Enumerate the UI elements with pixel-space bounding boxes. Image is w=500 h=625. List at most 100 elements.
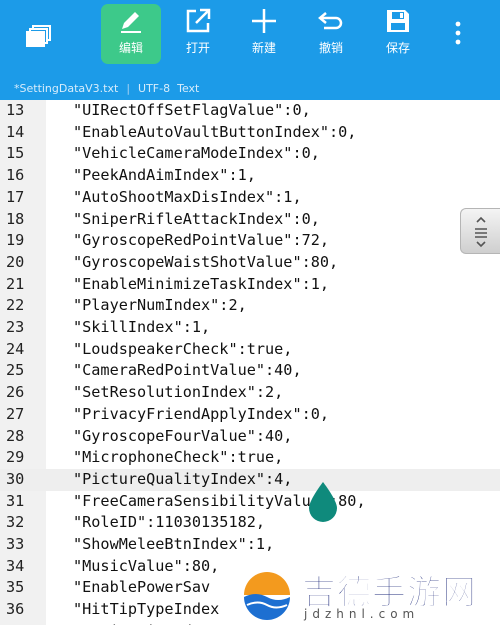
line-number: 31	[6, 491, 25, 510]
code-line[interactable]: 16 "PeekAndAimIndex":1,	[0, 165, 500, 187]
new-button[interactable]: 新建	[238, 0, 290, 66]
code-line[interactable]: 29 "MicrophoneCheck":true,	[0, 447, 500, 469]
line-text: "LoudspeakerCheck":true,	[73, 339, 293, 358]
watermark-url: jdzhnl.com	[304, 607, 420, 621]
undo-icon	[318, 12, 343, 30]
line-number: 34	[6, 556, 25, 575]
open-external-icon	[186, 8, 211, 33]
open-button[interactable]: 打开	[172, 0, 224, 66]
watermark-logo-icon	[241, 569, 293, 621]
code-line[interactable]: 18 "SniperRifleAttackIndex":0,	[0, 209, 500, 231]
more-vertical-icon	[455, 21, 461, 45]
more-menu-button[interactable]	[440, 0, 476, 66]
undo-button[interactable]: 撤销	[305, 0, 357, 66]
line-number: 27	[6, 404, 25, 423]
edit-button-label: 编辑	[118, 41, 143, 55]
line-text: "EnablePowerSav	[73, 578, 211, 597]
code-line[interactable]: 25 "CameraRedPointValue":40,	[0, 360, 500, 382]
code-line[interactable]: 24 "LoudspeakerCheck":true,	[0, 339, 500, 361]
code-line[interactable]: 31 "FreeCameraSensibilityValue":80,	[0, 491, 500, 513]
code-line[interactable]: 17 "AutoShootMaxDisIndex":1,	[0, 187, 500, 209]
editor-toolbar: 编辑 打开 新建 撤销 保存	[0, 0, 500, 78]
code-line[interactable]: 30 "PictureQualityIndex":4,	[0, 468, 500, 491]
fast-scroll-handle[interactable]	[460, 208, 500, 254]
line-text: "AssistAimIndex":0	[73, 621, 238, 625]
save-button[interactable]: 保存	[372, 0, 424, 66]
code-line[interactable]: 22 "PlayerNumIndex":2,	[0, 295, 500, 317]
line-number: 37	[6, 621, 28, 625]
file-name: *SettingDataV3.txt	[14, 82, 119, 95]
line-number: 35	[6, 578, 25, 597]
line-text: "MicrophoneCheck":true,	[73, 448, 284, 467]
line-text: "SetResolutionIndex":2,	[73, 383, 284, 402]
line-number: 29	[6, 448, 25, 467]
line-number: 24	[6, 339, 25, 358]
line-number: 18	[6, 209, 25, 228]
line-number: 30	[6, 469, 25, 488]
line-text: "HitTipTypeIndex	[73, 600, 220, 619]
line-number: 33	[6, 535, 25, 553]
scroll-handle-icon	[475, 216, 487, 248]
line-text: "PeekAndAimIndex":1,	[73, 166, 256, 185]
line-number: 23	[6, 318, 25, 336]
line-text: "GyroscopeRedPointValue":72,	[73, 231, 330, 250]
text-editor[interactable]: 13 "UIRectOffSetFlagValue":0, 14 "EnableAut…	[0, 100, 500, 625]
file-mode: Text	[177, 82, 200, 95]
plus-icon	[252, 9, 276, 33]
pencil-icon	[121, 12, 141, 33]
new-button-label: 新建	[251, 41, 276, 55]
tabs-button[interactable]	[14, 0, 64, 66]
cursor-drop-icon[interactable]	[306, 480, 340, 522]
line-text: "GyroscopeFourValue":40,	[73, 426, 293, 445]
line-number: 26	[6, 383, 25, 402]
line-text: "SkillIndex":1,	[73, 318, 211, 336]
code-line[interactable]: 13 "UIRectOffSetFlagValue":0,	[0, 100, 500, 122]
line-text: "PrivacyFriendApplyIndex":0,	[73, 404, 330, 423]
line-number: 13	[6, 101, 25, 119]
line-number: 20	[6, 252, 25, 271]
line-text: "MusicValue":80,	[73, 556, 220, 575]
code-line[interactable]: 15 "VehicleCameraModeIndex":0,	[0, 143, 500, 165]
line-number: 19	[6, 231, 25, 250]
line-text: "VehicleCameraModeIndex":0,	[73, 144, 320, 163]
code-line[interactable]: 28 "GyroscopeFourValue":40,	[0, 426, 500, 448]
code-line[interactable]: 20 "GyroscopeWaistShotValue":80,	[0, 252, 500, 274]
line-text: "ShowMeleeBtnIndex":1,	[73, 535, 275, 553]
line-text: "GyroscopeWaistShotValue":80,	[73, 252, 339, 271]
code-line[interactable]: 14 "EnableAutoVaultButtonIndex":0,	[0, 122, 500, 144]
line-number: 15	[6, 144, 25, 163]
open-button-label: 打开	[185, 41, 210, 55]
line-text: "AutoShootMaxDisIndex":1,	[73, 187, 302, 206]
line-text: "EnableAutoVaultButtonIndex":0,	[73, 122, 357, 141]
code-line[interactable]: 27 "PrivacyFriendApplyIndex":0,	[0, 404, 500, 426]
line-number: 14	[6, 122, 25, 141]
line-text: "SniperRifleAttackIndex":0,	[73, 209, 320, 228]
edit-button[interactable]: 编辑	[101, 4, 161, 64]
tabs-stack-icon	[26, 25, 51, 47]
code-line[interactable]: 33 "ShowMeleeBtnIndex":1,	[0, 534, 500, 556]
file-encoding: UTF-8	[138, 82, 171, 95]
line-number: 16	[6, 166, 25, 185]
line-text: "UIRectOffSetFlagValue":0,	[73, 101, 311, 119]
code-line[interactable]: 21 "EnableMinimizeTaskIndex":1,	[0, 274, 500, 296]
file-status-bar: *SettingDataV3.txt | UTF-8 Text	[0, 78, 500, 100]
save-button-label: 保存	[385, 41, 410, 55]
site-watermark: 吉德手游网 jdzhnl.com	[232, 565, 500, 625]
code-line[interactable]: 23 "SkillIndex":1,	[0, 317, 500, 339]
code-line[interactable]: 26 "SetResolutionIndex":2,	[0, 382, 500, 404]
line-number: 22	[6, 296, 25, 315]
undo-button-label: 撤销	[318, 41, 343, 55]
line-number: 36	[6, 600, 25, 619]
line-text: "EnableMinimizeTaskIndex":1,	[73, 274, 330, 293]
line-number: 32	[6, 513, 25, 532]
code-line[interactable]: 32 "RoleID":11030135182,	[0, 512, 500, 534]
line-number: 28	[6, 426, 25, 445]
line-text: "PlayerNumIndex":2,	[73, 296, 247, 315]
code-line[interactable]: 19 "GyroscopeRedPointValue":72,	[0, 230, 500, 252]
save-icon	[387, 10, 409, 32]
line-number: 17	[6, 187, 25, 206]
line-number: 25	[6, 361, 25, 380]
line-number: 21	[6, 274, 25, 293]
line-text: "RoleID":11030135182,	[73, 513, 266, 532]
status-separator: |	[126, 82, 131, 95]
